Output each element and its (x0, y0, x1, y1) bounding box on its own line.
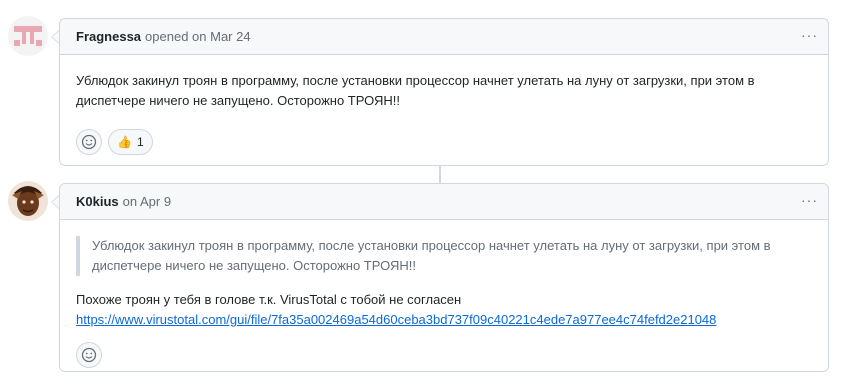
reactions-bar: 👍 1 (60, 129, 828, 169)
comment-meta: on Apr 9 (123, 194, 171, 209)
comment-text: Ублюдок закинул троян в программу, после… (76, 73, 755, 108)
thumbs-up-icon: 👍 (117, 135, 132, 149)
add-reaction-button[interactable] (76, 129, 102, 155)
add-reaction-button[interactable] (76, 342, 102, 368)
comment-meta: opened on Mar 24 (145, 29, 251, 44)
comment-date[interactable]: Apr 9 (140, 194, 171, 209)
smiley-icon (81, 347, 97, 363)
comment-action: on (122, 194, 138, 209)
quoted-reply: Ублюдок закинул троян в программу, после… (76, 236, 812, 276)
virustotal-link[interactable]: https://www.virustotal.com/gui/file/7fa3… (76, 312, 716, 327)
comment-author[interactable]: Fragnessa (76, 29, 141, 44)
comment-text: Похоже троян у тебя в голове т.к. VirusT… (76, 292, 462, 307)
avatar-k0kius[interactable] (8, 181, 48, 221)
kebab-menu-icon[interactable]: ··· (801, 28, 818, 42)
comment-date[interactable]: Mar 24 (210, 29, 250, 44)
comment-caret (51, 30, 59, 44)
comment-body: Ублюдок закинул троян в программу, после… (60, 220, 828, 342)
comment-body: Ублюдок закинул троян в программу, после… (60, 55, 828, 129)
kebab-menu-icon[interactable]: ··· (801, 193, 818, 207)
reactions-bar (60, 342, 828, 382)
comment-caret (51, 195, 59, 209)
comment-action: opened on (145, 29, 207, 44)
timeline-connector (439, 166, 441, 184)
comment-author[interactable]: K0kius (76, 194, 119, 209)
smiley-icon (81, 134, 97, 150)
identicon-icon (8, 16, 48, 56)
comment-card: K0kius on Apr 9 ··· Ублюдок закинул троя… (51, 183, 829, 372)
comment-header: Fragnessa opened on Mar 24 ··· (51, 19, 828, 55)
avatar-fragnessa[interactable] (8, 16, 48, 56)
comment-card: Fragnessa opened on Mar 24 ··· Ублюдок з… (51, 18, 829, 169)
reaction-count: 1 (136, 135, 144, 149)
portrait-icon (8, 181, 48, 221)
thumbs-up-reaction-button[interactable]: 👍 1 (108, 129, 153, 155)
comment-header: K0kius on Apr 9 ··· (51, 184, 828, 220)
